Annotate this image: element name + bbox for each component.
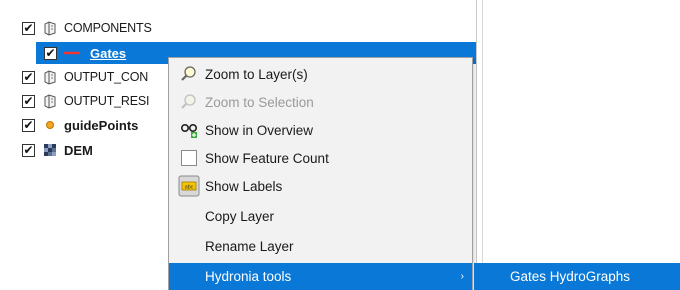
layer-checkbox[interactable]: ✔ [22, 143, 35, 157]
labels-icon[interactable]: abc [177, 174, 201, 198]
menu-item-show-feature-count[interactable]: Show Feature Count [169, 144, 472, 172]
scrollbar-edge[interactable] [482, 0, 483, 290]
layer-group-icon [41, 20, 59, 36]
layer-label: DEM [64, 142, 93, 158]
layer-row-output-resi[interactable]: ✔ OUTPUT_RESI [0, 90, 170, 112]
layer-checkbox[interactable]: ✔ [22, 21, 35, 35]
zoom-icon [177, 90, 201, 114]
menu-item-rename-layer[interactable]: Rename Layer [169, 232, 472, 260]
svg-text:abc: abc [185, 185, 194, 191]
layer-checkbox[interactable]: ✔ [22, 118, 35, 132]
zoom-icon [177, 62, 201, 86]
layer-context-menu: Zoom to Layer(s) Zoom to Selection Show … [168, 57, 473, 290]
submenu-item-gates-hydrographs[interactable]: Gates HydroGraphs [510, 269, 630, 284]
layer-group-icon [41, 93, 59, 109]
layer-label: OUTPUT_RESI [64, 94, 150, 108]
menu-item-label: Show Labels [205, 178, 283, 194]
layer-row-guidepoints[interactable]: ✔ guidePoints [0, 114, 170, 136]
menu-item-label: Hydronia tools [205, 269, 292, 284]
overview-icon [177, 118, 201, 142]
submenu-arrow-icon: › [460, 271, 464, 282]
menu-item-label: Show in Overview [205, 122, 314, 138]
menu-item-copy-layer[interactable]: Copy Layer [169, 202, 472, 230]
raster-icon [41, 142, 59, 158]
layer-label: COMPONENTS [64, 21, 152, 35]
menu-item-label: Copy Layer [205, 208, 275, 224]
menu-item-show-in-overview[interactable]: Show in Overview [169, 116, 472, 144]
layer-row-dem[interactable]: ✔ DEM [0, 139, 170, 161]
menu-item-show-labels[interactable]: abc Show Labels [169, 172, 472, 200]
layer-label: OUTPUT_CON [64, 70, 149, 84]
layer-checkbox[interactable]: ✔ [22, 70, 35, 84]
layer-label: guidePoints [64, 117, 139, 133]
layer-row-output-con[interactable]: ✔ OUTPUT_CON [0, 66, 170, 88]
menu-item-label: Rename Layer [205, 238, 294, 254]
menu-item-label: Zoom to Selection [205, 94, 314, 110]
layer-group-icon [41, 69, 59, 85]
layer-label: Gates [90, 45, 127, 61]
layer-checkbox[interactable]: ✔ [44, 46, 57, 60]
menu-item-hydronia-tools[interactable]: Hydronia tools › [169, 263, 472, 290]
menu-item-label: Show Feature Count [205, 150, 329, 166]
layer-row-components[interactable]: ✔ COMPONENTS [0, 17, 476, 39]
panel-divider [476, 0, 477, 290]
checkbox-icon[interactable] [177, 146, 201, 170]
layer-checkbox[interactable]: ✔ [22, 94, 35, 108]
menu-item-label: Zoom to Layer(s) [205, 66, 308, 82]
menu-item-zoom-to-layers[interactable]: Zoom to Layer(s) [169, 60, 472, 88]
menu-item-zoom-to-selection: Zoom to Selection [169, 88, 472, 116]
hydronia-tools-submenu: Gates HydroGraphs [474, 263, 680, 290]
point-symbol-icon [41, 117, 59, 133]
line-symbol-icon [63, 45, 81, 61]
